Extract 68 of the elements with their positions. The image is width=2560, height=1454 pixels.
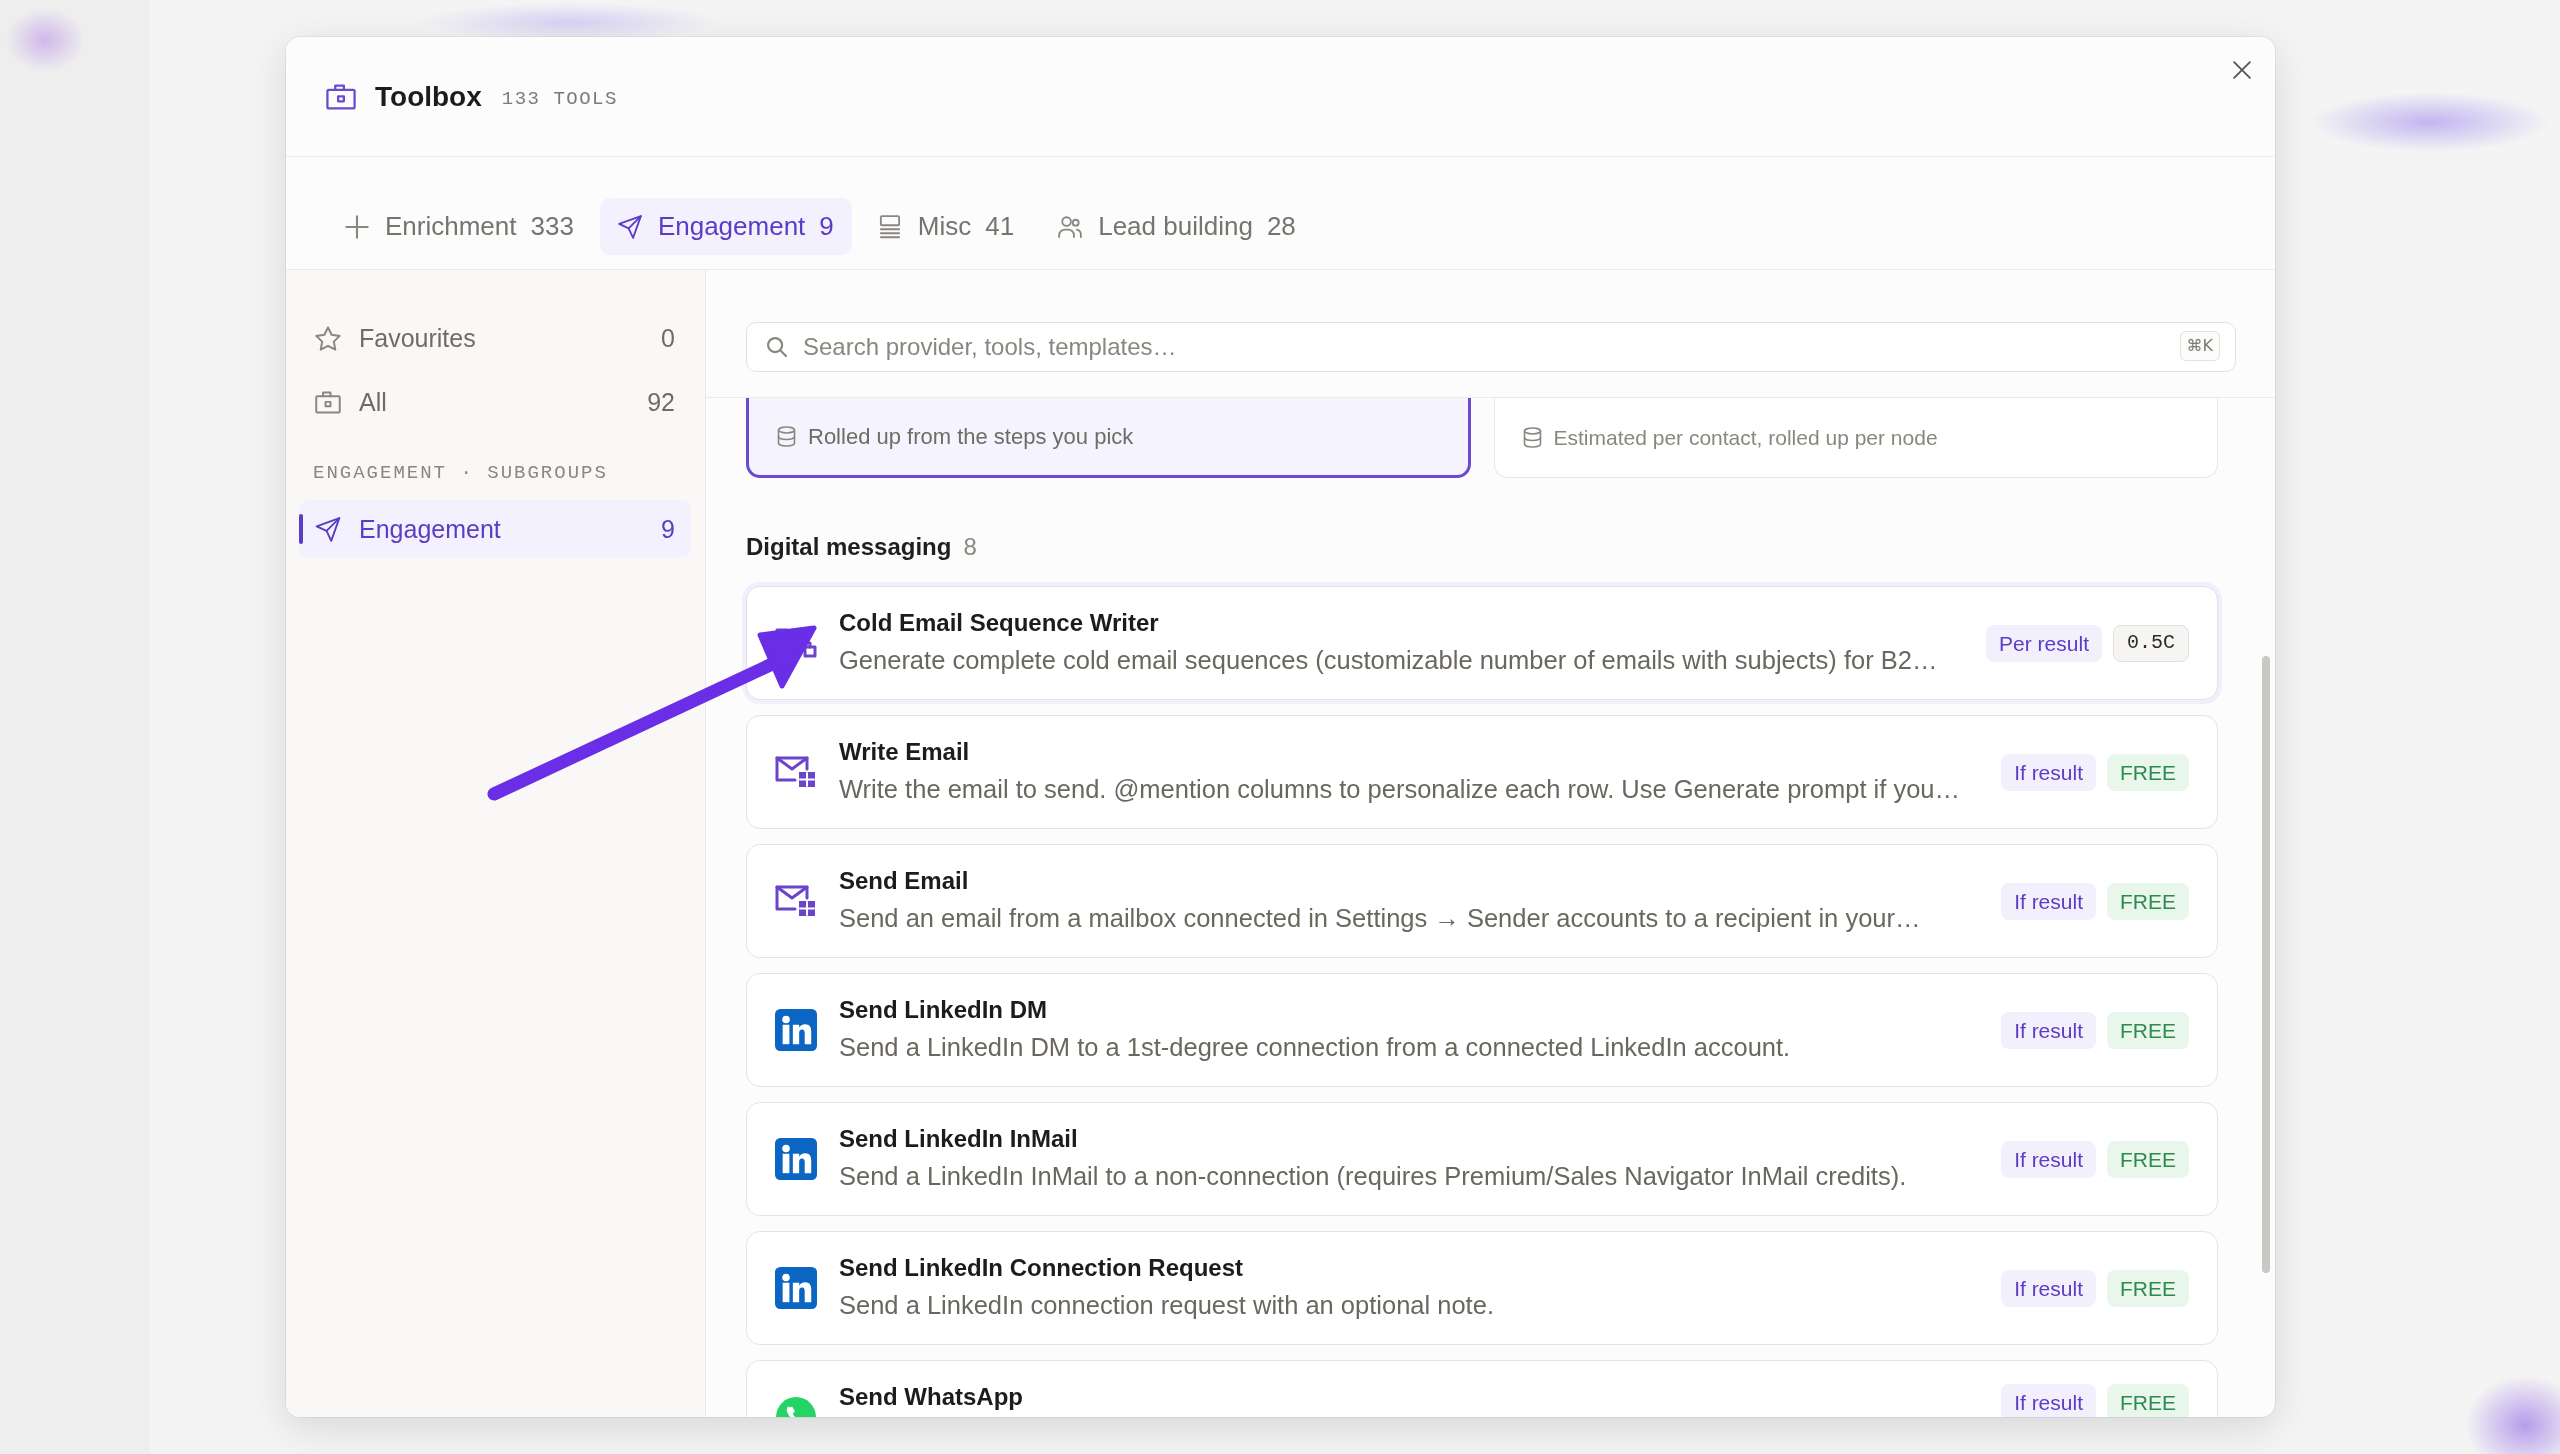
section-heading: Digital messaging	[746, 533, 952, 561]
toolbox-icon	[326, 83, 356, 110]
pricing-badge: If result	[2001, 1269, 2096, 1307]
tool-description: Send a LinkedIn InMail to a non-connection (requires Premium/Sales Navigator InMail credits).	[839, 1161, 1907, 1192]
tool-description: Send a LinkedIn DM to a 1st-degree connection from a connected LinkedIn account.	[839, 1032, 1791, 1063]
summary-card[interactable]: Rolled up from the steps you pick	[746, 398, 1471, 478]
free-badge: FREE	[2107, 1011, 2189, 1049]
category-tab[interactable]: Engagement 9	[599, 198, 852, 255]
tool-card[interactable]: Send WhatsApp If result FREE	[746, 1360, 2218, 1417]
search-icon	[767, 337, 787, 357]
pricing-badge: If result	[2001, 1011, 2096, 1049]
tool-count: 133 TOOLS	[501, 86, 618, 110]
sidebar-item[interactable]: Favourites 0	[299, 306, 691, 370]
pricing-badge: If result	[2001, 882, 2096, 920]
paper-plane-icon	[315, 516, 341, 542]
envelope-icon	[775, 755, 817, 789]
free-badge: FREE	[2107, 1140, 2189, 1178]
tool-description: Send a LinkedIn connection request with an optional note.	[839, 1290, 1494, 1321]
tool-title: Send LinkedIn InMail	[839, 1124, 1078, 1154]
tool-description: Generate complete cold email sequences (customizable number of emails with subjects) for B2…	[839, 645, 1938, 676]
section-label: ENGAGEMENT · SUBGROUPS	[312, 461, 609, 486]
category-tab[interactable]: Enrichment 333	[327, 198, 592, 255]
free-badge: FREE	[2107, 1269, 2189, 1307]
tool-card[interactable]: Send LinkedIn Connection Request Send a LinkedIn connection request with an optional note. If result FREE	[746, 1231, 2218, 1345]
stack-icon	[877, 214, 902, 239]
sidebar-item[interactable]: All 92	[299, 370, 691, 434]
tool-card[interactable]: Send LinkedIn InMail Send a LinkedIn InMail to a non-connection (requires Premium/Sales Navigator InMail credits). If result FREE	[746, 1102, 2218, 1216]
tool-card[interactable]: Send LinkedIn DM Send a LinkedIn DM to a 1st-degree connection from a connected LinkedIn account. If result FREE	[746, 973, 2218, 1087]
database-icon	[777, 426, 796, 447]
linkedin-icon	[775, 1267, 817, 1309]
tool-card[interactable]: Send Email Send an email from a mailbox connected in Settings → Sender accounts to a recipient in your… If result FREE	[746, 844, 2218, 958]
tool-title: Cold Email Sequence Writer	[839, 608, 1159, 638]
pricing-badge: If result	[2001, 1384, 2096, 1417]
linkedin-icon	[775, 1138, 817, 1180]
people-icon	[1058, 214, 1083, 239]
category-tab[interactable]: Misc 41	[859, 198, 1033, 255]
pricing-badge: If result	[2001, 1140, 2096, 1178]
free-badge: FREE	[2107, 882, 2189, 920]
envelope-icon	[775, 884, 817, 918]
shortcut-key: ⌘K	[2179, 331, 2220, 361]
pricing-badge: Per result	[1986, 624, 2102, 662]
section-count: 8	[963, 533, 977, 561]
summary-note: Estimated per contact, rolled up per node	[1553, 425, 1938, 450]
tool-title: Send LinkedIn Connection Request	[839, 1253, 1244, 1283]
tool-title: Send Email	[839, 866, 969, 896]
tool-title: Write Email	[839, 737, 970, 767]
close-icon	[2233, 61, 2251, 79]
credit-cost-badge: 0.5C	[2113, 624, 2189, 662]
linkedin-icon	[775, 1009, 817, 1051]
category-tab[interactable]: Lead building 28	[1040, 198, 1314, 255]
summary-note: Rolled up from the steps you pick	[808, 423, 1134, 450]
tool-card[interactable]: Write Email Write the email to send. @mention columns to personalize each row. Use Generate prompt if you… If result FREE	[746, 715, 2218, 829]
tool-description: Write the email to send. @mention columns to personalize each row. Use Generate prompt if you…	[839, 774, 1961, 805]
summary-card[interactable]: Estimated per contact, rolled up per node	[1493, 398, 2218, 478]
tool-description: Send an email from a mailbox connected in Settings → Sender accounts to a recipient in your…	[839, 903, 1921, 934]
toolbox-icon	[315, 389, 341, 415]
tool-title: Send WhatsApp	[839, 1382, 1023, 1412]
database-icon	[1522, 427, 1542, 448]
pricing-badge: If result	[2001, 753, 2096, 791]
free-badge: FREE	[2107, 1384, 2189, 1417]
dialog-title: Toolbox	[375, 80, 482, 113]
plus-icon	[345, 214, 369, 239]
star-icon	[315, 325, 341, 351]
subgroup-item[interactable]: Engagement 9	[299, 500, 691, 558]
paper-plane-icon	[617, 214, 642, 239]
free-badge: FREE	[2107, 753, 2189, 791]
scrollbar-thumb[interactable]	[2262, 656, 2270, 1273]
tool-title: Send LinkedIn DM	[839, 995, 1047, 1025]
